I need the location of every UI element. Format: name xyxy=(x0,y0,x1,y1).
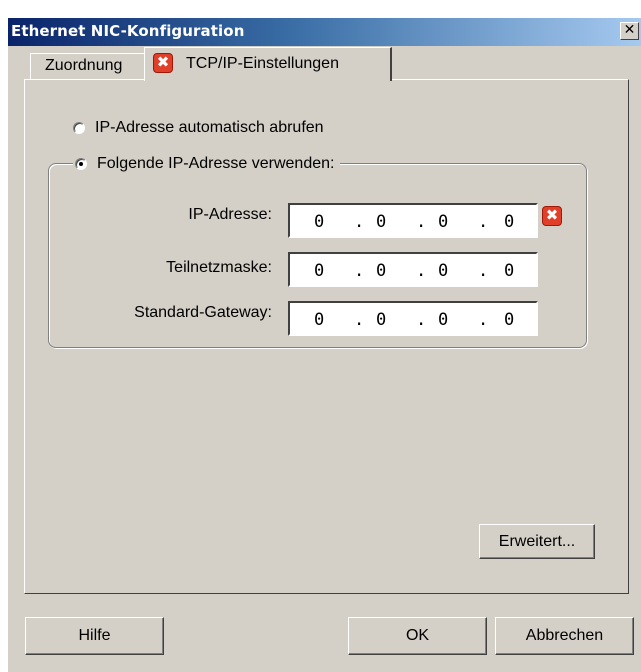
close-button[interactable]: ✕ xyxy=(620,22,639,40)
ip-octet-1[interactable]: 0 xyxy=(314,212,324,232)
mask-dot: . xyxy=(478,261,489,281)
ip-dot: . xyxy=(354,212,365,232)
gateway-dot: . xyxy=(354,310,365,330)
subnet-mask-field[interactable]: 0 . 0 . 0 . 0 xyxy=(288,252,538,287)
ip-dot: . xyxy=(478,212,489,232)
mask-octet-3[interactable]: 0 xyxy=(438,261,448,281)
ip-address-label: IP-Adresse: xyxy=(188,206,272,223)
close-icon: ✕ xyxy=(623,22,636,38)
window-title: Ethernet NIC-Konfiguration xyxy=(11,22,245,40)
radio-auto-ip[interactable]: IP-Adresse automatisch abrufen xyxy=(73,119,324,137)
ip-octet-4[interactable]: 0 xyxy=(504,212,514,232)
cancel-button[interactable]: Abbrechen xyxy=(495,617,634,655)
ip-octet-2[interactable]: 0 xyxy=(376,212,386,232)
mask-dot: . xyxy=(354,261,365,281)
gateway-octet-2[interactable]: 0 xyxy=(376,310,386,330)
radio-manual-label: Folgende IP-Adresse verwenden: xyxy=(97,155,335,172)
tab-tcpip-settings[interactable]: ✖ TCP/IP-Einstellungen xyxy=(144,47,392,81)
ip-address-field[interactable]: 0 . 0 . 0 . 0 xyxy=(288,203,538,238)
gateway-octet-4[interactable]: 0 xyxy=(504,310,514,330)
subnet-mask-label: Teilnetzmaske: xyxy=(166,259,272,276)
gateway-field[interactable]: 0 . 0 . 0 . 0 xyxy=(288,301,538,336)
error-icon: ✖ xyxy=(153,53,173,73)
advanced-button[interactable]: Erweitert... xyxy=(479,524,595,559)
title-bar[interactable]: Ethernet NIC-Konfiguration ✕ xyxy=(8,18,641,46)
radio-auto-button[interactable] xyxy=(73,122,85,134)
ip-dot: . xyxy=(416,212,427,232)
mask-octet-1[interactable]: 0 xyxy=(314,261,324,281)
tab-zuordnung-label: Zuordnung xyxy=(45,57,123,74)
tab-tcpip-label: TCP/IP-Einstellungen xyxy=(186,55,339,72)
gateway-dot: . xyxy=(416,310,427,330)
ok-button[interactable]: OK xyxy=(348,617,487,655)
ip-error-icon: ✖ xyxy=(542,206,562,226)
tab-zuordnung[interactable]: Zuordnung xyxy=(30,53,146,79)
ip-octet-3[interactable]: 0 xyxy=(438,212,448,232)
mask-dot: . xyxy=(416,261,427,281)
radio-manual-ip[interactable]: Folgende IP-Adresse verwenden: xyxy=(73,155,341,173)
gateway-octet-1[interactable]: 0 xyxy=(314,310,324,330)
mask-octet-2[interactable]: 0 xyxy=(376,261,386,281)
gateway-octet-3[interactable]: 0 xyxy=(438,310,448,330)
mask-octet-4[interactable]: 0 xyxy=(504,261,514,281)
gateway-dot: . xyxy=(478,310,489,330)
help-button[interactable]: Hilfe xyxy=(25,617,164,655)
radio-manual-button[interactable] xyxy=(75,158,87,170)
radio-auto-label: IP-Adresse automatisch abrufen xyxy=(95,119,324,136)
gateway-label: Standard-Gateway: xyxy=(134,304,272,321)
